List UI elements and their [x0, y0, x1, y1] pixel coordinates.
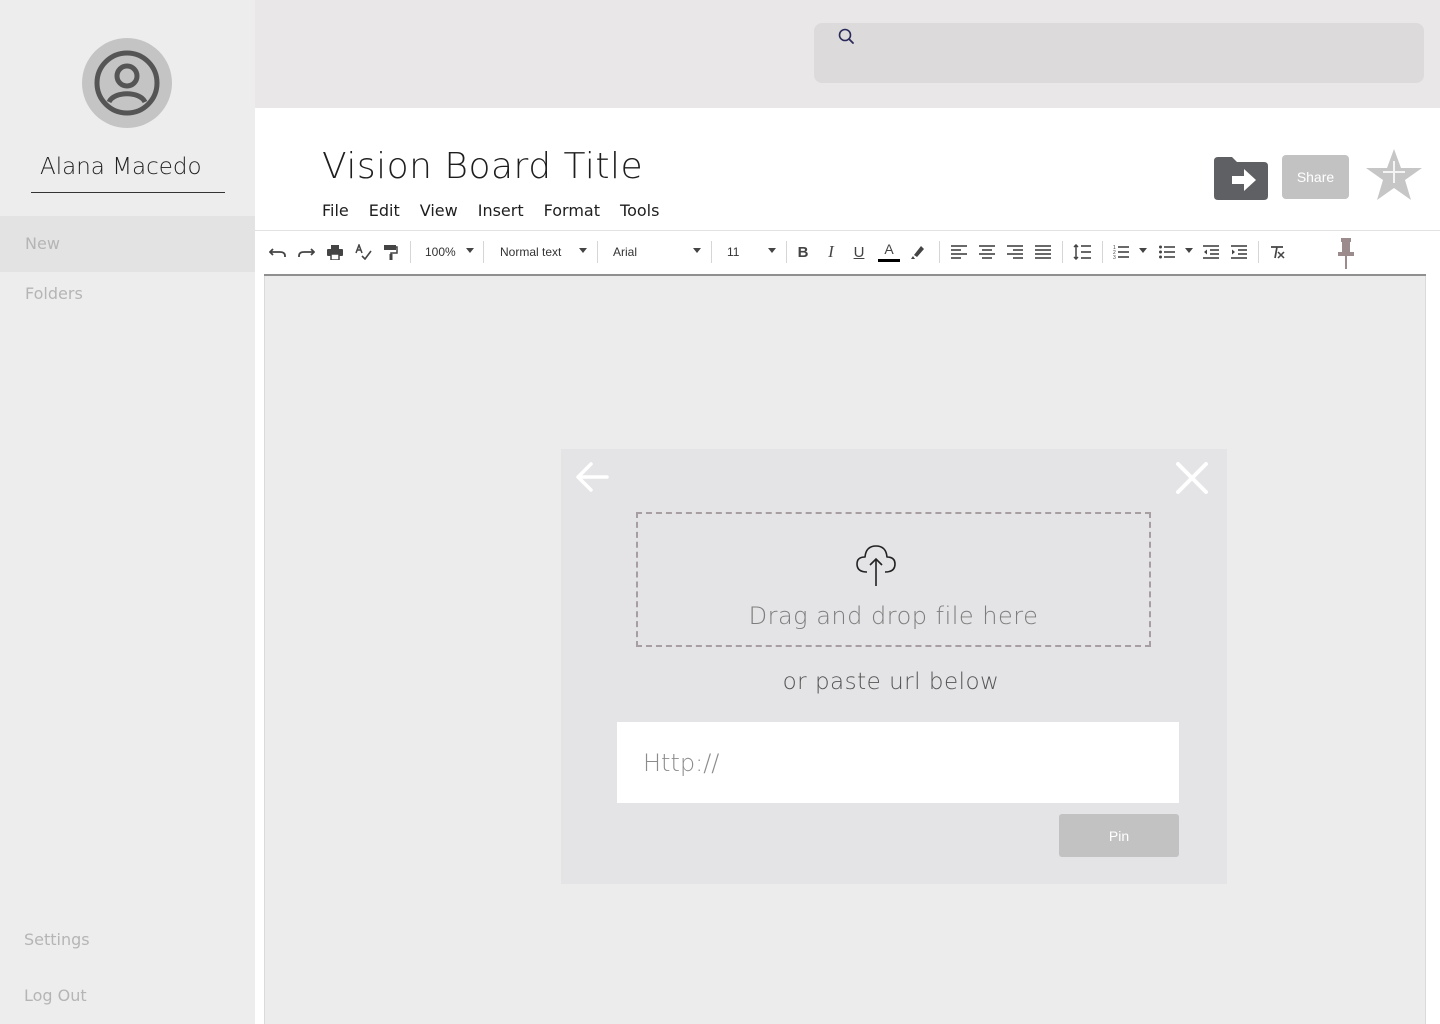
bold-icon[interactable]: B — [793, 241, 813, 263]
star-icon[interactable] — [1364, 147, 1424, 203]
menu-file[interactable]: File — [322, 200, 349, 222]
font-select[interactable]: Arial — [613, 239, 703, 265]
menu-format[interactable]: Format — [544, 200, 600, 222]
upload-modal: Drag and drop file here or paste url bel… — [561, 449, 1227, 884]
zoom-caret-icon[interactable] — [466, 248, 474, 253]
sidebar-item-new[interactable]: New — [0, 216, 255, 272]
size-caret-icon[interactable] — [768, 248, 776, 253]
italic-icon[interactable]: I — [821, 241, 841, 263]
align-justify-icon[interactable] — [1033, 241, 1053, 263]
font-caret-icon[interactable] — [693, 248, 701, 253]
underline-icon[interactable]: U — [849, 241, 869, 263]
svg-text:3: 3 — [1113, 255, 1116, 259]
redo-icon[interactable] — [296, 241, 316, 263]
bullet-list-icon[interactable] — [1157, 241, 1177, 263]
align-right-icon[interactable] — [1005, 241, 1025, 263]
sidebar-item-settings[interactable]: Settings — [0, 912, 255, 968]
search-bar[interactable] — [814, 23, 1424, 83]
search-input[interactable] — [864, 23, 1404, 83]
close-icon[interactable] — [1175, 461, 1209, 495]
clear-formatting-icon[interactable] — [1267, 241, 1287, 263]
menu-insert[interactable]: Insert — [478, 200, 524, 222]
increase-indent-icon[interactable] — [1229, 241, 1249, 263]
numbered-list-icon[interactable]: 123 — [1111, 241, 1131, 263]
style-select[interactable]: Normal text — [500, 239, 590, 265]
user-name: Alana Macedo — [31, 150, 225, 193]
menu-tools[interactable]: Tools — [620, 200, 659, 222]
print-icon[interactable] — [325, 241, 345, 263]
back-arrow-icon[interactable] — [575, 461, 609, 493]
paste-url-hint: or paste url below — [782, 669, 1000, 695]
line-spacing-icon[interactable] — [1071, 241, 1093, 263]
undo-icon[interactable] — [268, 241, 288, 263]
pin-icon[interactable] — [1335, 237, 1357, 269]
avatar[interactable] — [82, 38, 172, 128]
bullet-list-caret-icon[interactable] — [1185, 248, 1193, 253]
style-caret-icon[interactable] — [579, 248, 587, 253]
move-to-folder-icon[interactable] — [1212, 155, 1269, 201]
drop-instructions: Drag and drop file here — [748, 602, 1039, 630]
numbered-list-caret-icon[interactable] — [1139, 248, 1147, 253]
highlight-icon[interactable] — [908, 241, 928, 263]
menu-view[interactable]: View — [420, 200, 458, 222]
text-color-icon[interactable]: A — [877, 241, 901, 263]
search-icon — [838, 28, 854, 44]
file-dropzone[interactable]: Drag and drop file here — [636, 512, 1151, 647]
spellcheck-icon[interactable] — [353, 241, 373, 263]
page-title[interactable]: Vision Board Title — [322, 146, 643, 187]
share-button[interactable]: Share — [1282, 155, 1349, 199]
paint-format-icon[interactable] — [381, 241, 401, 263]
sidebar: Alana Macedo New Folders Settings Log Ou… — [0, 0, 255, 1024]
sidebar-item-folders[interactable]: Folders — [0, 266, 255, 322]
menu-edit[interactable]: Edit — [369, 200, 400, 222]
user-avatar-icon — [94, 50, 160, 116]
align-center-icon[interactable] — [977, 241, 997, 263]
format-toolbar: 100% Normal text Arial 11 B I U A 123 — [255, 230, 1440, 274]
font-size-select[interactable]: 11 — [727, 239, 767, 265]
decrease-indent-icon[interactable] — [1201, 241, 1221, 263]
align-left-icon[interactable] — [949, 241, 969, 263]
url-input[interactable] — [617, 722, 1179, 803]
top-bar — [255, 0, 1440, 108]
pin-button[interactable]: Pin — [1059, 814, 1179, 857]
cloud-upload-icon — [856, 545, 896, 586]
menu-bar: File Edit View Insert Format Tools — [322, 200, 679, 222]
sidebar-item-logout[interactable]: Log Out — [0, 968, 255, 1024]
